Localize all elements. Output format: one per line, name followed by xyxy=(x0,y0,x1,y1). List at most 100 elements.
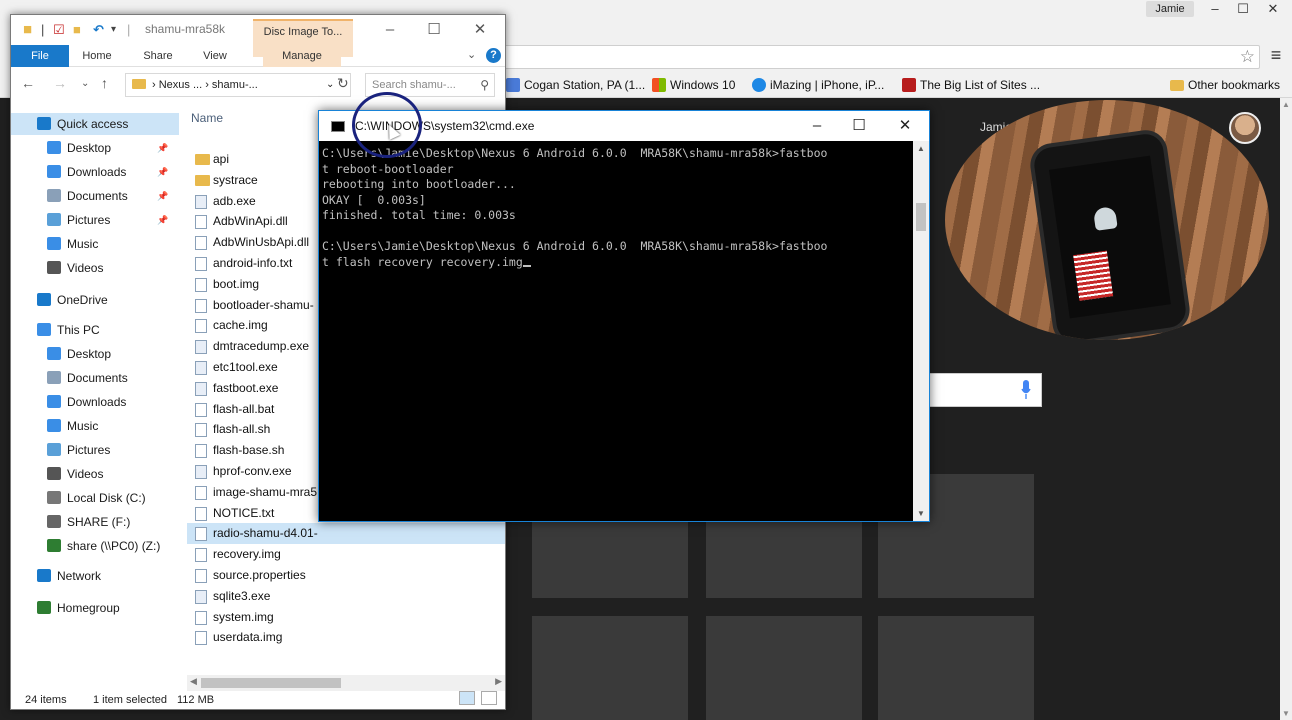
file-row[interactable]: sqlite3.exe xyxy=(187,586,505,607)
console-output[interactable]: C:\Users\Jamie\Desktop\Nexus 6 Android 6… xyxy=(319,143,913,521)
file-icon xyxy=(195,527,207,542)
google-search-input[interactable] xyxy=(926,373,1042,407)
new-folder-icon[interactable]: ■ xyxy=(73,21,81,39)
scroll-right-arrow-icon[interactable]: ▶ xyxy=(495,676,502,687)
scroll-up-arrow-icon[interactable]: ▲ xyxy=(917,144,925,153)
bookmark-item[interactable]: The Big List of Sites ... xyxy=(902,76,1040,94)
scroll-down-arrow-icon[interactable]: ▼ xyxy=(1282,709,1290,718)
nav-item[interactable]: Local Disk (C:) xyxy=(11,487,179,509)
file-row[interactable]: radio-shamu-d4.01- xyxy=(187,523,505,545)
undo-icon[interactable]: ↶ xyxy=(93,21,104,39)
scroll-down-arrow-icon[interactable]: ▼ xyxy=(917,509,925,518)
file-row[interactable]: system.img xyxy=(187,607,505,628)
tab-share[interactable]: Share xyxy=(135,45,181,67)
chevron-down-icon[interactable]: ▾ xyxy=(111,21,116,39)
scrollbar-thumb[interactable] xyxy=(201,678,341,688)
explorer-close-button[interactable]: ✕ xyxy=(463,19,497,41)
tab-home[interactable]: Home xyxy=(75,45,119,67)
pin-icon[interactable]: 📌 xyxy=(157,161,168,183)
forward-arrow-icon[interactable]: → xyxy=(53,75,67,91)
executable-icon xyxy=(195,194,207,209)
nav-item[interactable]: Pictures xyxy=(11,439,179,461)
nav-item[interactable]: Documents 📌 xyxy=(11,185,179,207)
nav-item[interactable]: SHARE (F:) xyxy=(11,511,179,533)
nav-item[interactable]: Pictures 📌 xyxy=(11,209,179,231)
selection-size: 112 MB xyxy=(177,694,215,706)
avatar[interactable] xyxy=(1229,112,1261,144)
bookmark-favicon xyxy=(902,78,916,92)
file-icon xyxy=(195,402,207,417)
cmd-close-button[interactable]: ✕ xyxy=(885,115,925,137)
console-input-line[interactable]: t flash recovery recovery.img xyxy=(322,255,913,271)
breadcrumb-item[interactable]: Nexus ... xyxy=(159,79,202,91)
nav-item[interactable]: share (\\PC0) (Z:) xyxy=(11,535,179,557)
omnibox[interactable]: ☆ xyxy=(500,45,1260,69)
nav-item[interactable]: OneDrive xyxy=(11,289,179,311)
nav-item[interactable]: Downloads xyxy=(11,391,179,413)
bookmark-item[interactable]: iMazing | iPhone, iP... xyxy=(752,76,884,94)
nav-item[interactable]: This PC xyxy=(11,319,179,341)
properties-icon[interactable]: ☑ xyxy=(53,21,65,39)
chrome-maximize-button[interactable]: ☐ xyxy=(1228,0,1258,18)
pin-icon[interactable]: 📌 xyxy=(157,185,168,207)
network-icon xyxy=(37,569,51,582)
help-icon[interactable]: ? xyxy=(486,48,501,63)
scrollbar-thumb[interactable] xyxy=(916,203,926,231)
nav-item[interactable]: Homegroup xyxy=(11,597,179,619)
file-row[interactable]: userdata.img xyxy=(187,627,505,648)
cmd-minimize-button[interactable]: – xyxy=(797,115,837,137)
chevron-down-icon[interactable]: ⌄ xyxy=(81,78,89,89)
chrome-menu-icon[interactable]: ≡ xyxy=(1268,44,1284,66)
explorer-titlebar: ■ | ☑ ■ ↶ ▾ | shamu-mra58k Disc Image To… xyxy=(11,15,505,57)
nav-item[interactable]: Downloads 📌 xyxy=(11,161,179,183)
microphone-icon[interactable] xyxy=(1021,380,1031,400)
bookmark-star-icon[interactable]: ☆ xyxy=(1240,47,1255,67)
bookmark-item[interactable]: Windows 10 xyxy=(652,76,735,94)
explorer-maximize-button[interactable]: ☐ xyxy=(417,19,451,41)
large-icons-view-icon[interactable] xyxy=(481,691,497,705)
bookmark-item[interactable]: Cogan Station, PA (1... xyxy=(506,76,645,94)
pin-icon[interactable]: 📌 xyxy=(157,209,168,231)
column-header-name[interactable]: Name xyxy=(191,111,223,125)
vertical-scrollbar[interactable]: ▲ ▼ xyxy=(913,141,929,521)
scroll-up-arrow-icon[interactable]: ▲ xyxy=(1282,100,1290,109)
tab-view[interactable]: View xyxy=(195,45,235,67)
nav-item[interactable]: Quick access xyxy=(11,113,179,135)
tab-file[interactable]: File xyxy=(11,45,69,67)
up-arrow-icon[interactable]: ↑ xyxy=(101,75,108,91)
most-visited-tile[interactable] xyxy=(532,616,688,720)
desktop-icon xyxy=(47,347,61,360)
address-bar[interactable]: › Nexus ... › shamu-... ⌄ xyxy=(125,73,351,97)
console-line: rebooting into bootloader... xyxy=(322,177,516,191)
refresh-icon[interactable]: ↻ xyxy=(337,75,349,92)
nav-item[interactable]: Network xyxy=(11,565,179,587)
nav-item[interactable]: Desktop xyxy=(11,343,179,365)
nav-item[interactable]: Videos xyxy=(11,257,179,279)
most-visited-tile[interactable] xyxy=(706,616,862,720)
nav-item[interactable]: Videos xyxy=(11,463,179,485)
breadcrumb-item[interactable]: shamu-... xyxy=(212,79,258,91)
horizontal-scrollbar[interactable]: ◀ ▶ xyxy=(187,675,505,691)
nav-item[interactable]: Music xyxy=(11,415,179,437)
cmd-maximize-button[interactable]: ☐ xyxy=(839,115,879,137)
chrome-close-button[interactable]: ✕ xyxy=(1258,0,1288,18)
chrome-minimize-button[interactable]: – xyxy=(1200,0,1230,18)
explorer-minimize-button[interactable]: – xyxy=(373,19,407,41)
scroll-left-arrow-icon[interactable]: ◀ xyxy=(190,676,197,687)
other-bookmarks[interactable]: Other bookmarks xyxy=(1170,76,1280,94)
most-visited-tile[interactable] xyxy=(878,616,1034,720)
back-arrow-icon[interactable]: ← xyxy=(21,75,35,91)
nav-item[interactable]: Music xyxy=(11,233,179,255)
nav-item[interactable]: Desktop 📌 xyxy=(11,137,179,159)
console-line: OKAY [ 0.003s] xyxy=(322,192,426,207)
chevron-down-icon[interactable]: ⌄ xyxy=(326,74,334,96)
tab-manage[interactable]: Manage xyxy=(263,45,341,67)
file-row[interactable]: source.properties xyxy=(187,565,505,586)
pin-icon[interactable]: 📌 xyxy=(157,137,168,159)
details-view-icon[interactable] xyxy=(459,691,475,705)
chevron-down-icon[interactable]: ⌄ xyxy=(467,48,476,61)
chrome-profile-button[interactable]: Jamie xyxy=(1146,1,1194,17)
file-row[interactable]: recovery.img xyxy=(187,544,505,565)
nav-item[interactable]: Documents xyxy=(11,367,179,389)
chrome-scrollbar[interactable]: ▲ ▼ xyxy=(1280,98,1292,720)
